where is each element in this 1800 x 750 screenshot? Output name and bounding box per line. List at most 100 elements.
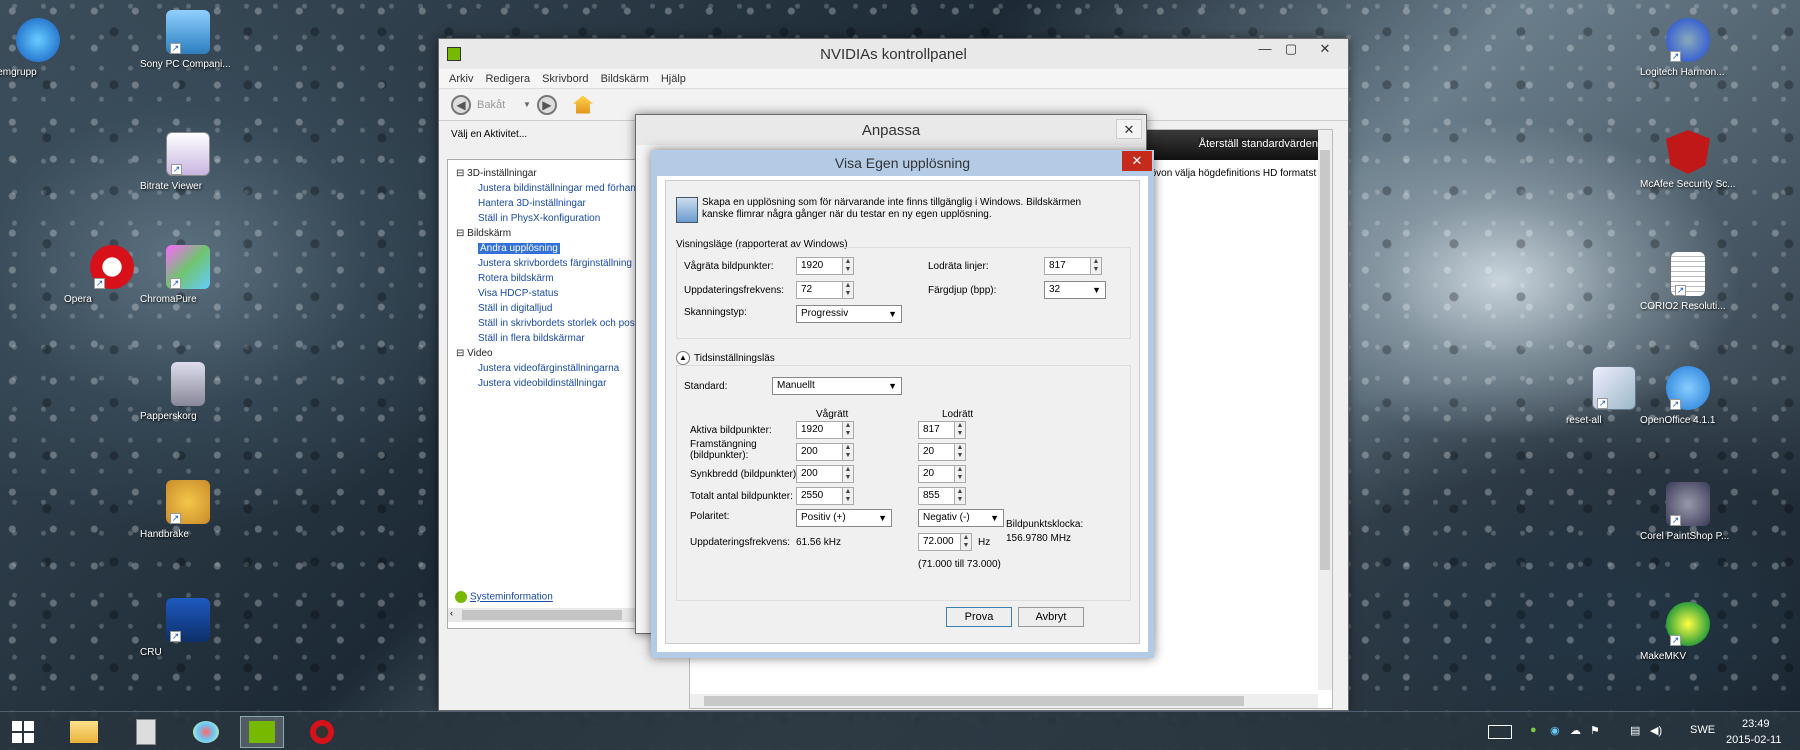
sync-v-input[interactable]: 20 ▲ ▼ <box>918 465 966 483</box>
color-depth-select[interactable]: 32 ▼ <box>1044 281 1106 299</box>
active-h-input[interactable]: 1920 ▲ ▼ <box>796 421 854 439</box>
desktop-icon-logitech[interactable]: ↗ Logitech Harmon... <box>1640 18 1736 78</box>
cancel-button[interactable]: Avbryt <box>1018 607 1084 627</box>
active-v-input[interactable]: 817 ▲ ▼ <box>918 421 966 439</box>
desktop-icon-corel[interactable]: ↗ Corel PaintShop P... <box>1640 482 1736 542</box>
desktop-icon-mcafee[interactable]: McAfee Security Sc... <box>1640 130 1736 190</box>
spin-arrows-icon[interactable]: ▲ ▼ <box>954 465 966 483</box>
tree-section-3d[interactable]: ⊟ 3D-inställningar <box>456 168 537 179</box>
taskbar-calculator[interactable] <box>124 716 168 748</box>
language-indicator[interactable]: SWE <box>1690 724 1715 736</box>
tree-item-image-settings[interactable]: Justera bildinställningar med förhand <box>478 183 641 194</box>
menu-redigera[interactable]: Redigera <box>485 73 530 85</box>
spin-arrows-icon[interactable]: ▲ ▼ <box>842 257 854 275</box>
anpassa-close-button[interactable]: ✕ <box>1116 119 1142 139</box>
test-button[interactable]: Prova <box>946 607 1012 627</box>
menu-hjalp[interactable]: Hjälp <box>661 73 686 85</box>
desktop-icon-openoffice[interactable]: ↗ OpenOffice 4.1.1 <box>1640 366 1736 426</box>
tray-icon-network[interactable]: ▤ <box>1630 724 1640 737</box>
taskbar-paint[interactable] <box>184 716 228 748</box>
tray-icon-app[interactable]: ● <box>1530 724 1537 736</box>
content-horizontal-scrollbar[interactable] <box>690 694 1318 708</box>
spin-arrows-icon[interactable]: ▲ ▼ <box>842 281 854 299</box>
anpassa-titlebar[interactable]: Anpassa ✕ <box>636 115 1146 145</box>
spin-arrows-icon[interactable]: ▲ ▼ <box>954 487 966 505</box>
polarity-h-select[interactable]: Positiv (+) ▼ <box>796 509 892 527</box>
desktop-icon-chromapure[interactable]: ↗ ChromaPure <box>140 245 236 305</box>
tree-item-change-resolution[interactable]: Ändra upplösning <box>478 243 560 254</box>
tree-item-digital-audio[interactable]: Ställ in digitalljud <box>478 303 553 314</box>
dialog-titlebar[interactable]: Visa Egen upplösning ✕ <box>651 150 1154 176</box>
tree-section-display[interactable]: ⊟ Bildskärm <box>456 228 511 239</box>
tray-icon-cloud[interactable]: ☁ <box>1570 724 1581 737</box>
taskbar-opera[interactable] <box>300 716 344 748</box>
total-h-input[interactable]: 2550 ▲ ▼ <box>796 487 854 505</box>
spin-arrows-icon[interactable]: ▲ ▼ <box>954 443 966 461</box>
forward-arrow-icon[interactable]: ▶ <box>536 94 557 115</box>
tray-icon-flag[interactable]: ⚑ <box>1590 724 1600 737</box>
dialog-close-button[interactable]: ✕ <box>1122 151 1152 171</box>
maximize-button[interactable]: ▢ <box>1278 39 1304 59</box>
restore-defaults-link[interactable]: Återställ standardvärden <box>1198 138 1318 150</box>
spin-arrows-icon[interactable]: ▲ ▼ <box>842 487 854 505</box>
keyboard-icon[interactable] <box>1488 725 1512 739</box>
total-v-input[interactable]: 855 ▲ ▼ <box>918 487 966 505</box>
desktop-icon-sony[interactable]: ↗ Sony PC Compani... <box>140 10 236 70</box>
home-icon[interactable] <box>572 95 593 114</box>
menu-bildskarm[interactable]: Bildskärm <box>601 73 649 85</box>
spin-arrows-icon[interactable]: ▲ ▼ <box>954 421 966 439</box>
back-arrow-icon[interactable]: ◀ <box>451 94 471 115</box>
menu-arkiv[interactable]: Arkiv <box>449 73 473 85</box>
content-vertical-scrollbar[interactable] <box>1318 130 1332 690</box>
tree-item-hdcp[interactable]: Visa HDCP-status <box>478 288 558 299</box>
v-lines-input[interactable]: 817 ▲ ▼ <box>1044 257 1102 275</box>
front-v-input[interactable]: 20 ▲ ▼ <box>918 443 966 461</box>
menu-skrivbord[interactable]: Skrivbord <box>542 73 588 85</box>
tray-icon-search[interactable]: ◉ <box>1550 724 1560 737</box>
clock-date[interactable]: 2015-02-11 <box>1726 734 1781 746</box>
taskbar-explorer[interactable] <box>62 716 106 748</box>
scan-type-select[interactable]: Progressiv ▼ <box>796 305 902 323</box>
refresh-v-input[interactable]: 72.000 ▲ ▼ <box>918 533 972 551</box>
dropdown-arrow-icon[interactable]: ▼ <box>523 100 531 109</box>
spin-arrows-icon[interactable]: ▲ ▼ <box>842 443 854 461</box>
tree-item-video-color[interactable]: Justera videofärginställningarna <box>478 363 619 374</box>
spin-arrows-icon[interactable]: ▲ ▼ <box>960 533 972 551</box>
spin-arrows-icon[interactable]: ▲ ▼ <box>842 421 854 439</box>
minimize-button[interactable]: — <box>1252 39 1278 59</box>
front-h-input[interactable]: 200 ▲ ▼ <box>796 443 854 461</box>
polarity-v-select[interactable]: Negativ (-) ▼ <box>918 509 1004 527</box>
volume-icon[interactable]: ◀) <box>1650 724 1662 737</box>
refresh-input[interactable]: 72 ▲ ▼ <box>796 281 854 299</box>
standard-select[interactable]: Manuellt ▼ <box>772 377 902 395</box>
tree-horizontal-scrollbar[interactable]: ‹ <box>448 608 642 622</box>
back-label[interactable]: Bakåt <box>477 99 517 111</box>
desktop-icon-hemgrupp[interactable]: Hemgrupp <box>0 18 86 78</box>
desktop-icon-makemkv[interactable]: ↗ MakeMKV <box>1640 602 1736 662</box>
window-titlebar[interactable]: NVIDIAs kontrollpanel — ▢ ✕ <box>439 39 1348 69</box>
scroll-left-icon[interactable]: ‹ <box>450 608 453 618</box>
desktop-icon-bitrate-viewer[interactable]: ↗ Bitrate Viewer <box>140 132 236 192</box>
tree-item-physx[interactable]: Ställ in PhysX-konfiguration <box>478 213 600 224</box>
tree-item-desktop-color[interactable]: Justera skrivbordets färginställning <box>478 258 632 269</box>
desktop-icon-recycle-bin[interactable]: Papperskorg <box>140 362 236 422</box>
collapse-icon[interactable]: ▲ <box>676 351 690 365</box>
tree-item-desktop-size[interactable]: Ställ in skrivbordets storlek och pos <box>478 318 635 329</box>
tree-item-video-image[interactable]: Justera videobildinställningar <box>478 378 606 389</box>
desktop-icon-corio2[interactable]: ↗ CORIO2 Resoluti... <box>1640 252 1736 312</box>
system-info-link[interactable]: Systeminformation <box>455 591 553 603</box>
tree-item-manage-3d[interactable]: Hantera 3D-inställningar <box>478 198 586 209</box>
tree-section-video[interactable]: ⊟ Video <box>456 348 493 359</box>
spin-arrows-icon[interactable]: ▲ ▼ <box>1090 257 1102 275</box>
spin-arrows-icon[interactable]: ▲ ▼ <box>842 465 854 483</box>
desktop-icon-handbrake[interactable]: ↗ Handbrake <box>140 480 236 540</box>
taskbar-nvidia[interactable] <box>240 716 284 748</box>
tree-item-multiple-displays[interactable]: Ställ in flera bildskärmar <box>478 333 585 344</box>
desktop-icon-cru[interactable]: ↗ CRU <box>140 598 236 658</box>
h-pixels-input[interactable]: 1920 ▲ ▼ <box>796 257 854 275</box>
clock-time[interactable]: 23:49 <box>1742 718 1770 730</box>
start-button[interactable] <box>2 716 44 748</box>
sync-h-input[interactable]: 200 ▲ ▼ <box>796 465 854 483</box>
tree-item-rotate[interactable]: Rotera bildskärm <box>478 273 554 284</box>
close-button[interactable]: ✕ <box>1312 39 1338 59</box>
